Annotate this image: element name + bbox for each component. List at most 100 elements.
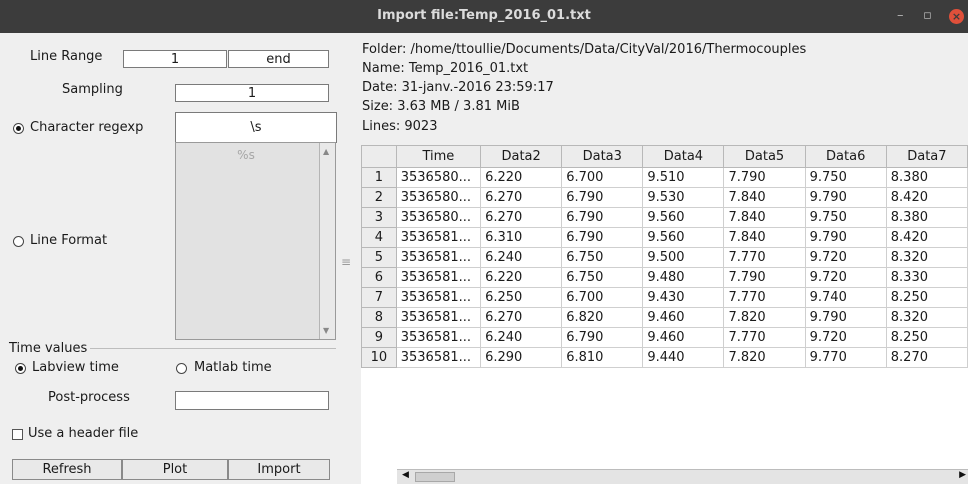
- row-number-cell[interactable]: 4: [361, 227, 397, 248]
- table-cell[interactable]: 3536581...: [395, 347, 482, 368]
- column-header[interactable]: Data5: [723, 145, 806, 168]
- column-header[interactable]: Time: [395, 145, 482, 168]
- table-cell[interactable]: 7.820: [723, 307, 806, 328]
- scroll-down-icon[interactable]: ▼: [323, 326, 329, 335]
- table-cell[interactable]: 7.790: [723, 267, 806, 288]
- column-header[interactable]: Data2: [480, 145, 563, 168]
- table-cell[interactable]: 7.820: [723, 347, 806, 368]
- row-number-cell[interactable]: 8: [361, 307, 397, 328]
- column-header[interactable]: Data7: [885, 145, 968, 168]
- table-row[interactable]: 4 3536581... 6.310 6.790 9.560 7.840 9.790 8.42…: [361, 227, 968, 248]
- table-cell[interactable]: 6.250: [480, 287, 563, 308]
- table-cell[interactable]: 6.310: [480, 227, 563, 248]
- close-icon[interactable]: ×: [949, 9, 964, 24]
- line-format-radio[interactable]: [13, 236, 24, 247]
- table-cell[interactable]: 3536581...: [395, 307, 482, 328]
- sampling-input[interactable]: 1: [175, 84, 329, 102]
- table-cell[interactable]: 9.440: [642, 347, 725, 368]
- row-number-cell[interactable]: 3: [361, 207, 397, 228]
- column-header[interactable]: Data6: [804, 145, 887, 168]
- table-cell[interactable]: 6.240: [480, 327, 563, 348]
- table-cell[interactable]: 6.700: [561, 287, 644, 308]
- table-cell[interactable]: 6.790: [561, 327, 644, 348]
- table-row[interactable]: 8 3536581... 6.270 6.820 9.460 7.820 9.790 8.32…: [361, 307, 968, 328]
- table-cell[interactable]: 8.330: [885, 267, 968, 288]
- matlab-time-radio[interactable]: [176, 363, 187, 374]
- table-cell[interactable]: 6.290: [480, 347, 563, 368]
- table-cell[interactable]: 9.790: [804, 307, 887, 328]
- post-process-input[interactable]: [175, 391, 329, 410]
- table-row[interactable]: 6 3536581... 6.220 6.750 9.480 7.790 9.720 8.33…: [361, 267, 968, 288]
- scroll-left-icon[interactable]: ◀: [402, 470, 409, 480]
- table-cell[interactable]: 6.270: [480, 307, 563, 328]
- table-cell[interactable]: 3536580...: [395, 207, 482, 228]
- scroll-right-icon[interactable]: ▶: [959, 470, 966, 480]
- table-cell[interactable]: 9.530: [642, 187, 725, 208]
- row-number-cell[interactable]: 6: [361, 267, 397, 288]
- table-row[interactable]: 10 3536581... 6.290 6.810 9.440 7.820 9.770 8.2…: [361, 347, 968, 368]
- table-cell[interactable]: 8.320: [885, 247, 968, 268]
- table-cell[interactable]: 3536581...: [395, 267, 482, 288]
- table-row[interactable]: 7 3536581... 6.250 6.700 9.430 7.770 9.740 8.25…: [361, 287, 968, 308]
- table-cell[interactable]: 3536581...: [395, 327, 482, 348]
- table-cell[interactable]: 7.840: [723, 207, 806, 228]
- table-cell[interactable]: 6.270: [480, 207, 563, 228]
- table-cell[interactable]: 9.750: [804, 167, 887, 188]
- row-number-cell[interactable]: 5: [361, 247, 397, 268]
- table-cell[interactable]: 3536581...: [395, 247, 482, 268]
- table-cell[interactable]: 7.770: [723, 247, 806, 268]
- table-cell[interactable]: 8.380: [885, 167, 968, 188]
- table-cell[interactable]: 3536580...: [395, 187, 482, 208]
- table-cell[interactable]: 8.250: [885, 327, 968, 348]
- table-cell[interactable]: 8.270: [885, 347, 968, 368]
- table-cell[interactable]: 9.790: [804, 187, 887, 208]
- table-cell[interactable]: 9.460: [642, 307, 725, 328]
- table-cell[interactable]: 9.500: [642, 247, 725, 268]
- row-number-cell[interactable]: 2: [361, 187, 397, 208]
- row-number-cell[interactable]: 1: [361, 167, 397, 188]
- plot-button[interactable]: Plot: [122, 459, 228, 480]
- table-cell[interactable]: 6.810: [561, 347, 644, 368]
- line-range-end-input[interactable]: end: [228, 50, 329, 68]
- table-cell[interactable]: 6.700: [561, 167, 644, 188]
- table-cell[interactable]: 9.560: [642, 207, 725, 228]
- table-cell[interactable]: 6.790: [561, 227, 644, 248]
- table-cell[interactable]: 7.790: [723, 167, 806, 188]
- data-table-container[interactable]: Time Data2 Data3 Data4 Data5 Data6 Data7 1 3536…: [361, 145, 968, 484]
- table-cell[interactable]: 7.770: [723, 327, 806, 348]
- header-file-checkbox[interactable]: [12, 429, 23, 440]
- table-cell[interactable]: 6.270: [480, 187, 563, 208]
- line-format-textarea[interactable]: %s ▲ ▼: [175, 142, 336, 340]
- row-number-cell[interactable]: 7: [361, 287, 397, 308]
- table-cell[interactable]: 8.250: [885, 287, 968, 308]
- char-regexp-input[interactable]: \s: [175, 112, 337, 143]
- table-row[interactable]: 2 3536580... 6.270 6.790 9.530 7.840 9.790 8.42…: [361, 187, 968, 208]
- table-cell[interactable]: 6.750: [561, 247, 644, 268]
- labview-time-radio[interactable]: [15, 363, 26, 374]
- table-row[interactable]: 1 3536580... 6.220 6.700 9.510 7.790 9.750 8.38…: [361, 167, 968, 188]
- table-cell[interactable]: 8.420: [885, 227, 968, 248]
- minimize-icon[interactable]: –: [897, 8, 904, 23]
- table-cell[interactable]: 6.820: [561, 307, 644, 328]
- refresh-button[interactable]: Refresh: [12, 459, 122, 480]
- scroll-up-icon[interactable]: ▲: [323, 147, 329, 156]
- table-cell[interactable]: 6.220: [480, 267, 563, 288]
- table-cell[interactable]: 6.790: [561, 207, 644, 228]
- table-cell[interactable]: 9.430: [642, 287, 725, 308]
- table-cell[interactable]: 8.420: [885, 187, 968, 208]
- table-cell[interactable]: 3536581...: [395, 287, 482, 308]
- scrollbar-thumb[interactable]: [415, 472, 455, 482]
- table-cell[interactable]: 6.750: [561, 267, 644, 288]
- table-cell[interactable]: 9.720: [804, 267, 887, 288]
- splitter-handle[interactable]: ≡: [341, 255, 351, 269]
- table-cell[interactable]: 9.770: [804, 347, 887, 368]
- table-cell[interactable]: 3536581...: [395, 227, 482, 248]
- table-row[interactable]: 5 3536581... 6.240 6.750 9.500 7.770 9.720 8.32…: [361, 247, 968, 268]
- char-regexp-radio[interactable]: [13, 123, 24, 134]
- table-cell[interactable]: 7.840: [723, 187, 806, 208]
- import-button[interactable]: Import: [228, 459, 330, 480]
- column-header[interactable]: Data4: [642, 145, 725, 168]
- table-cell[interactable]: 9.740: [804, 287, 887, 308]
- table-cell[interactable]: 9.720: [804, 327, 887, 348]
- table-cell[interactable]: 7.840: [723, 227, 806, 248]
